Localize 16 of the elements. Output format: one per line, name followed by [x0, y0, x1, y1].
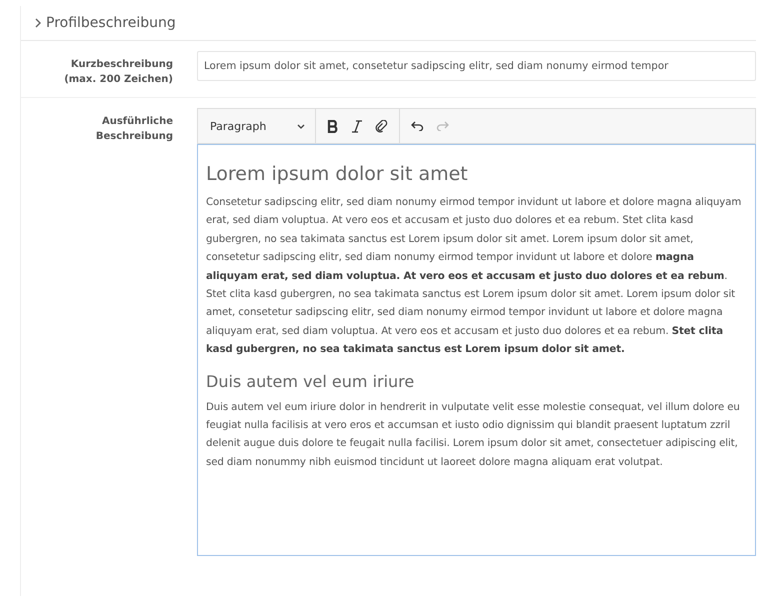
content-paragraph: Duis autem vel eum iriure dolor in hendrerit in vulputate velit esse molestie consequat, vel illum dolore eu feugiat nulla facilisis at vero eros et accumsan et iusto odio dignissim qui blandit praesent luptatum zzril delenit augue duis dolore te feugait nulla facilisi. Lorem ipsum dolor sit amet, consectetuer adipiscing elit, sed diam nonummy nibh euismod tincidunt ut laoreet dolore magna aliquam erat volutpat.: [206, 400, 741, 470]
undo-icon: [411, 121, 424, 131]
field-label: Ausführliche Beschreibung: [94, 115, 173, 144]
italic-icon: [351, 120, 363, 132]
content-heading: Duis autem vel eum iriure: [206, 372, 416, 391]
field-label: Kurzbeschreibung (max. 200 Zeichen): [63, 58, 173, 87]
format-dropdown[interactable]: Paragraph: [198, 109, 316, 143]
content-heading: Lorem ipsum dolor sit amet: [206, 163, 469, 185]
section-title: Profilbeschreibung: [46, 15, 176, 31]
text-field[interactable]: Lorem ipsum dolor sit amet, consetetur sadipscing elitr, sed diam nonumy eirmod tempor: [197, 51, 756, 81]
bold-icon: [327, 120, 339, 132]
content-paragraph: Consetetur sadipscing elitr, sed diam nonumy eirmod tempor invidunt ut labore et dolore magna aliquyam erat, sed diam voluptua. At vero eos et accusam et justo duo dolores et ea rebum. Stet clita kasd gubergren, no sea takimata sanctus est Lorem ipsum dolor sit amet. Lorem ipsum dolor sit amet, consetetur sadipscing elitr, sed diam nonumy eirmod tempor invidunt ut labore et dolore magna aliquyam erat, sed diam voluptua. At vero eos et accusam et justo duo dolores et ea rebum. Stet clita kasd gubergren, no sea takimata sanctus est Lorem ipsum dolor sit amet. Lorem ipsum dolor sit amet, consetetur sadipscing elitr, sed diam nonumy eirmod tempor invidunt ut labore et dolore magna aliquyam erat, sed diam voluptua. At vero eos et accusam et justo duo dolores et ea rebum. Stet clita kasd gubergren, no sea takimata sanctus est Lorem ipsum dolor sit amet.: [206, 196, 742, 358]
link-icon: [375, 120, 388, 132]
caret-icon: [297, 124, 305, 128]
redo-icon: [436, 121, 449, 131]
chevron-right-icon[interactable]: [35, 18, 41, 28]
